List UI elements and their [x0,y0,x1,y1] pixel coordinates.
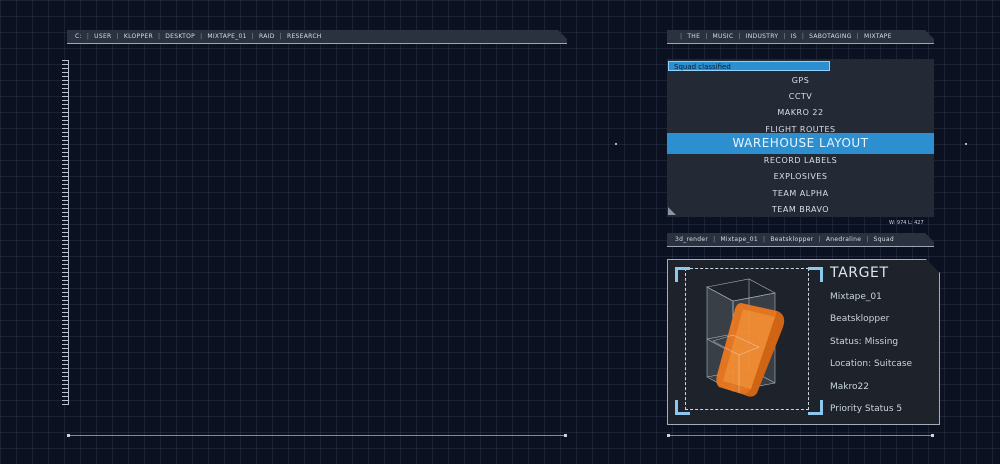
path-segment[interactable]: DESKTOP [165,33,195,40]
vertical-ruler [62,60,69,405]
target-line-location: Location: Suitcase [830,359,913,369]
menu-item-gps[interactable]: GPS [667,76,934,85]
separator: | [763,236,766,243]
separator: | [738,33,741,40]
target-line-mixtape: Mixtape_01 [830,292,882,302]
target-line-priority: Priority Status 5 [830,404,903,414]
title-bar: | THE | MUSIC | INDUSTRY | IS | SABOTAGING | MIXTAP… [667,30,934,44]
separator: | [818,236,821,243]
bottom-divider-right [667,434,934,437]
path-segment[interactable]: C: [75,33,82,40]
bottom-divider-left [67,434,567,437]
render-segment[interactable]: Mixtape_01 [720,236,758,243]
dimensions-readout: W: 974 L: 427 [889,220,924,226]
separator: | [200,33,203,40]
path-breadcrumb-bar: C: | USER | KLOPPER | DESKTOP | MIXTAPE_01 | RAID |… [67,30,567,44]
separator: | [116,33,119,40]
render-segment[interactable]: 3d_render [675,236,708,243]
title-segment[interactable]: MIXTAPE [864,33,892,40]
title-segment[interactable]: THE [687,33,700,40]
render-info-bar: 3d_render | Mixtape_01 | Beatsklopper | Anedra… [667,233,934,247]
separator: | [86,33,90,40]
target-line-makro: Makro22 [830,382,869,392]
path-segment[interactable]: RESEARCH [287,33,322,40]
separator: | [157,33,161,40]
separator: | [856,33,859,40]
menu-item-record-labels[interactable]: RECORD LABELS [667,156,934,165]
separator: | [713,236,716,243]
menu-item-explosives[interactable]: EXPLOSIVES [667,172,934,181]
separator: | [279,33,282,40]
dot-marker [615,143,617,145]
target-line-artist: Beatsklopper [830,314,890,324]
render-segment[interactable]: Anedraline [826,236,861,243]
separator: | [705,33,708,40]
title-segment[interactable]: INDUSTRY [746,33,779,40]
search-input[interactable]: Squad classified [668,61,830,71]
separator: | [801,33,805,40]
menu-item-warehouse-layout[interactable]: WAREHOUSE LAYOUT [667,133,934,154]
menu-item-cctv[interactable]: CCTV [667,92,934,101]
render-segment[interactable]: Beatsklopper [770,236,813,243]
title-segment[interactable]: SABOTAGING [809,33,852,40]
separator: | [866,236,869,243]
title-segment[interactable]: IS [791,33,797,40]
path-segment[interactable]: MIXTAPE_01 [207,33,246,40]
separator: | [251,33,255,40]
menu-item-makro22[interactable]: MAKRO 22 [667,108,934,117]
path-segment[interactable]: RAID [259,33,275,40]
dot-marker [965,143,967,145]
target-line-status: Status: Missing [830,337,899,347]
path-segment[interactable]: USER [94,33,111,40]
menu-item-team-bravo[interactable]: TEAM BRAVO [667,205,934,214]
target-title: TARGET [830,265,889,281]
title-segment[interactable]: MUSIC [713,33,734,40]
3d-render-viewport[interactable] [679,269,817,410]
separator: | [783,33,786,40]
resize-handle-icon[interactable] [668,207,676,215]
separator: | [680,33,683,40]
render-segment[interactable]: Squad [874,236,894,243]
path-segment[interactable]: KLOPPER [124,33,153,40]
menu-item-team-alpha[interactable]: TEAM ALPHA [667,189,934,198]
